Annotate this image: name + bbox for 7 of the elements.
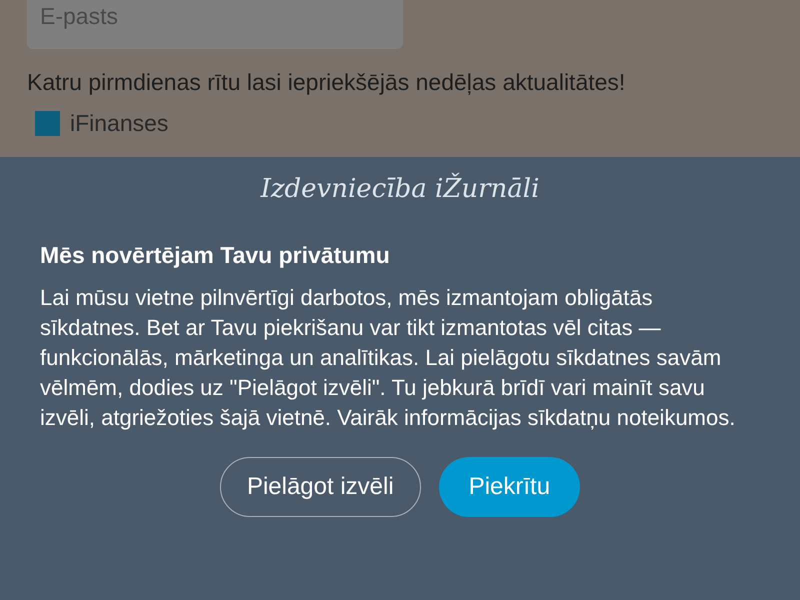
publisher-logo: Izdevniecība iŽurnāli <box>260 172 540 206</box>
customize-button[interactable]: Pielāgot izvēli <box>220 457 421 517</box>
banner-title: Mēs novērtējam Tavu privātumu <box>40 241 391 269</box>
banner-text: Lai mūsu vietne pilnvērtīgi darbotos, mēs izmantojam obligātās sīkdatnes. Bet ar Tavu piekrišanu var tikt izmantotas vēl citas — funkcionālās, mārketinga un analītikas. Lai pielāgotu sīkdatnes savām vēlmēm, dodies uz "Pielāgot izvēli". Tu jebkurā brīdī vari mainīt savu izvēli, atgriežoties šajā vietnē. Vairāk informācijas sīkdatņu noteikumos. <box>40 284 736 432</box>
checkbox-label: iFinanses <box>70 109 168 138</box>
tagline: Katru pirmdienas rītu lasi iepriekšējās nedēļas aktualitātes! <box>27 68 626 96</box>
checkbox[interactable] <box>35 110 60 136</box>
